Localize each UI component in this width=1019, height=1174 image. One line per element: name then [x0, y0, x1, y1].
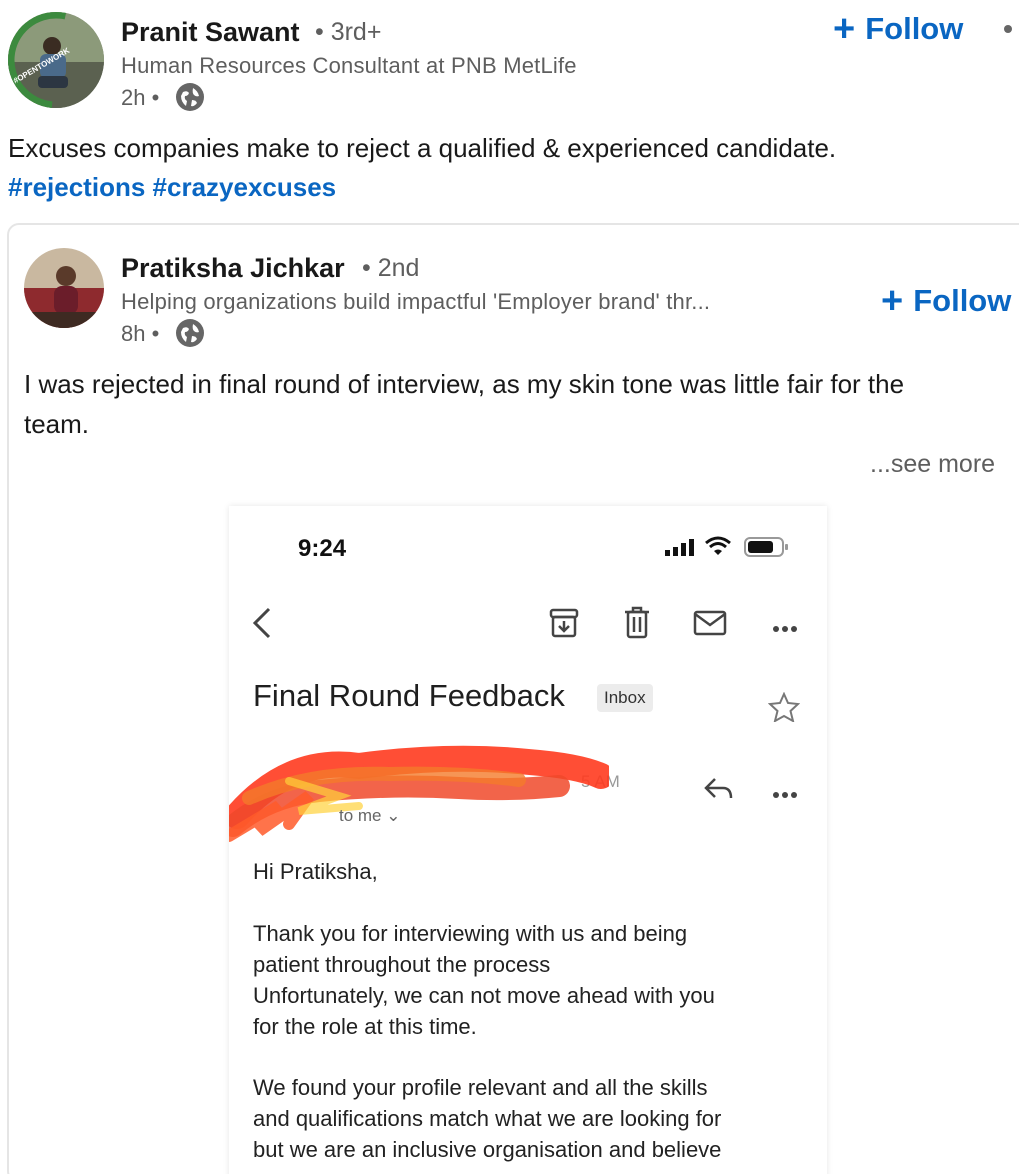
to-me-label[interactable]: to me ⌄: [339, 806, 401, 826]
delete-icon[interactable]: [622, 606, 652, 645]
reshared-post-time: 8h •: [121, 321, 160, 346]
globe-icon: [175, 318, 205, 353]
post-time: 2h •: [121, 85, 160, 110]
follow-button[interactable]: + Follow: [833, 10, 963, 48]
reshared-text-line1: I was rejected in final round of intervi…: [24, 369, 905, 399]
email-subject: Final Round Feedback: [253, 678, 565, 713]
reply-icon[interactable]: [703, 776, 733, 807]
email-body-line: We found your profile relevant and all t…: [253, 1075, 708, 1100]
to-me-text: to me: [339, 806, 382, 825]
back-icon[interactable]: [249, 606, 275, 645]
follow-label: Follow: [913, 283, 1012, 318]
reshared-connection-degree: • 2nd: [362, 254, 420, 282]
author-name[interactable]: Pranit Sawant: [121, 17, 300, 48]
reshared-author-headline: Helping organizations build impactful 'E…: [121, 289, 711, 314]
reshared-text-line2: team.: [24, 409, 90, 439]
see-more-link[interactable]: ...see more: [870, 450, 995, 479]
email-body-line: patient throughout the process: [253, 952, 551, 977]
more-icon[interactable]: [772, 620, 798, 638]
battery-icon: [744, 537, 790, 562]
plus-icon: +: [881, 280, 904, 322]
globe-icon: [175, 82, 205, 117]
chevron-down-icon: ⌄: [386, 806, 401, 825]
author-headline: Human Resources Consultant at PNB MetLif…: [121, 53, 577, 78]
post-hashtags: #rejections #crazyexcuses: [8, 172, 336, 203]
connection-degree: • 3rd+: [315, 18, 382, 46]
hashtag-crazyexcuses[interactable]: #crazyexcuses: [153, 172, 337, 202]
more-options-icon[interactable]: [1004, 25, 1012, 33]
email-body-line: for the role at this time.: [253, 1014, 477, 1039]
reshared-author-name[interactable]: Pratiksha Jichkar: [121, 253, 345, 284]
reshared-author-avatar[interactable]: [24, 248, 104, 328]
inbox-label[interactable]: Inbox: [597, 684, 653, 712]
plus-icon: +: [833, 8, 856, 50]
redaction-scribble: [229, 736, 614, 851]
email-greeting: Hi Pratiksha,: [253, 859, 378, 884]
signal-icon: [665, 538, 697, 561]
archive-icon[interactable]: [548, 607, 580, 644]
email-screenshot-image[interactable]: 9:24 Final Round Feedback Inbox 5 AM to …: [229, 506, 827, 1174]
email-body-line: Thank you for interviewing with us and b…: [253, 921, 688, 946]
status-time: 9:24: [298, 535, 347, 562]
more-icon[interactable]: [772, 786, 798, 804]
follow-label: Follow: [865, 11, 964, 46]
hashtag-rejections[interactable]: #rejections: [8, 172, 145, 202]
email-body-line: Unfortunately, we can not move ahead wit…: [253, 983, 715, 1008]
post-text: Excuses companies make to reject a quali…: [8, 133, 837, 163]
email-body-line: but we are an inclusive organisation and…: [253, 1137, 722, 1162]
star-icon[interactable]: [767, 691, 801, 727]
wifi-icon: [705, 536, 731, 561]
reshared-follow-button[interactable]: + Follow: [881, 282, 1011, 320]
email-body-line: and qualifications match what we are loo…: [253, 1106, 722, 1131]
mail-icon[interactable]: [693, 610, 727, 641]
